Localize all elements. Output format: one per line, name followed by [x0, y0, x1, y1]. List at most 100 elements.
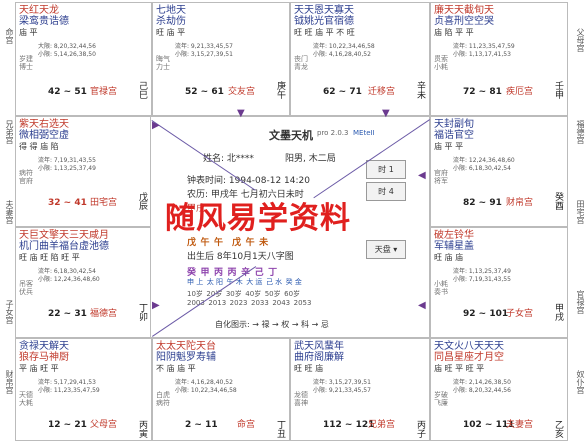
chart-type-select[interactable]: 天盘 ▾	[366, 240, 406, 259]
palace-range: 32 ~ 41	[48, 198, 87, 208]
outer-label-left-2: 兄弟宫	[5, 120, 14, 144]
palace-name: 福德宫	[89, 309, 117, 319]
palace-branch: 丙寅	[137, 420, 147, 438]
palace-stars: 廉天天截旬天 贞喜刑空空哭庙 陷 平 平	[434, 5, 494, 37]
palace-range: 12 ~ 21	[48, 420, 87, 430]
palace-minor: 病符 官府	[19, 169, 33, 185]
app-version: pro 2.0.3	[317, 129, 349, 137]
palace-nums: 流年: 5,17,29,41,53 小限: 11,23,35,47,59	[38, 379, 100, 394]
palace-nums: 大限: 8,20,32,44,56 小限: 5,14,26,38,50	[38, 43, 96, 58]
palace-nums: 流年: 10,22,34,46,58 小限: 4,16,28,40,52	[313, 43, 375, 58]
outer-label-left-3: 夫妻宫	[5, 200, 14, 224]
self-transform-legend: 自化图示: → 禄 → 权 → 科 → 忌	[215, 320, 329, 329]
gender-line: 阳男, 木二局	[285, 154, 336, 164]
app-title: 文墨天机	[269, 129, 313, 142]
palace-range: 92 ~ 101	[463, 309, 509, 319]
arrow-icon: ▼	[382, 108, 390, 119]
palace-branch: 癸酉	[553, 192, 563, 210]
palace-name: 子女宫	[505, 309, 533, 319]
palace-stars: 太太天陀天台 阳阴魁罗寿辅不 庙 庙 平	[156, 341, 216, 373]
palace-nums: 流年: 1,13,25,37,49 小限: 7,19,31,43,55	[453, 268, 511, 283]
palace-branch: 丙子	[415, 420, 425, 438]
palace-chen[interactable]: 紫天右选天 微相弼空虚得 得 庙 陷 流年: 7,19,31,43,55 小限: 1…	[15, 116, 152, 227]
outer-label-left-1: 命宫	[5, 28, 14, 44]
arrow-icon: ◀	[418, 300, 426, 311]
palace-minor: 天德 大耗	[19, 391, 33, 407]
name-line: 姓名: 北****	[203, 154, 254, 164]
palace-stars: 武天风蜚年 曲府阁廉解旺 旺 庙	[294, 341, 344, 373]
palace-branch: 丁卯	[137, 303, 147, 321]
palace-xu[interactable]: 破左铃华 军辅星盖旺 庙 庙 流年: 1,13,25,37,49 小限: 7,19,…	[430, 227, 568, 338]
palace-minor: 小耗 奏书	[434, 280, 448, 296]
palace-name: 田宅宫	[89, 198, 117, 208]
palace-nums: 流年: 4,16,28,40,52 小限: 10,22,34,46,58	[175, 379, 237, 394]
palace-minor: 丧门 青龙	[294, 55, 308, 71]
palace-minor: 晦气 力士	[156, 55, 170, 71]
palace-stars: 天天恩天寡天 钺姚光官宿德旺 旺 庙 平 不 旺	[294, 5, 355, 37]
palace-stars: 七地天 杀劫伤旺 庙 平	[156, 5, 186, 37]
palace-nums: 流年: 6,18,30,42,54 小限: 12,24,36,48,60	[38, 268, 100, 283]
palace-name: 父母宫	[89, 420, 117, 430]
palace-nums: 流年: 12,24,36,48,60 小限: 6,18,30,42,54	[453, 157, 515, 172]
palace-minor: 岁建 博士	[19, 55, 33, 71]
palace-stars: 破左铃华 军辅星盖旺 庙 庙	[434, 230, 474, 262]
palace-stars: 天巨文擎天三天咸月 机门曲羊福台虚池德旺 庙 旺 陷 旺 平	[19, 230, 109, 262]
palace-branch: 庚午	[275, 81, 285, 99]
palace-range: 22 ~ 31	[48, 309, 87, 319]
palace-minor: 官府 将军	[434, 169, 448, 185]
arrow-icon: ▼	[237, 108, 245, 119]
outer-label-left-4: 子女宫	[5, 300, 14, 324]
palace-nums: 流年: 11,23,35,47,59 小限: 1,13,17,41,53	[453, 43, 515, 58]
palace-name: 夫妻宫	[505, 420, 533, 430]
outer-label-left-5: 财帛宫	[5, 370, 14, 394]
palace-zi[interactable]: 武天风蜚年 曲府阁廉解旺 旺 庙 流年: 3,15,27,39,51 小限: 9,2…	[290, 338, 430, 441]
palace-name: 官禄宫	[89, 87, 117, 97]
palace-shen[interactable]: 廉天天截旬天 贞喜刑空空哭庙 陷 平 平 流年: 11,23,35,47,59 小限…	[430, 2, 568, 116]
palace-branch: 壬申	[553, 81, 563, 99]
solar-time-line: 钟表时间: 1994-08-12 14:20	[187, 176, 310, 186]
palace-branch: 戊辰	[137, 192, 147, 210]
day-line: 出生后 8年10月1天八字图	[187, 252, 294, 262]
palace-hai[interactable]: 天文火八天天天 同昌星座才月空庙 旺 平 旺 平 流年: 2,14,26,38,5…	[430, 338, 568, 441]
palace-stars: 天文火八天天天 同昌星座才月空庙 旺 平 旺 平	[434, 341, 504, 373]
palace-stars: 天封副旬 福诰官空庙 平 平	[434, 119, 474, 151]
arrow-icon: ▶	[152, 120, 160, 131]
palace-branch: 辛未	[415, 81, 425, 99]
palace-mao[interactable]: 天巨文擎天三天咸月 机门曲羊福台虚池德旺 庙 旺 陷 旺 平 流年: 6,18,3…	[15, 227, 152, 338]
palace-minor: 龙德 喜神	[294, 391, 308, 407]
palace-minor: 岁破 飞廉	[434, 391, 448, 407]
palace-name: 财帛宫	[505, 198, 533, 208]
palace-branch: 丁丑	[275, 420, 285, 438]
palace-branch: 甲戌	[553, 303, 563, 321]
palace-range: 72 ~ 81	[463, 87, 502, 97]
palace-branch: 乙亥	[553, 420, 563, 438]
palace-wei[interactable]: 天天恩天寡天 钺姚光官宿德旺 旺 庙 平 不 旺 流年: 10,22,34,46,…	[290, 2, 430, 116]
palace-si[interactable]: 天红天龙 梁鸾贵诰德庙 平 大限: 8,20,32,44,56 小限: 5,14,2…	[15, 2, 152, 116]
palace-nums: 流年: 7,19,31,43,55 小限: 1,13,25,37,49	[38, 157, 96, 172]
palace-you[interactable]: 天封副旬 福诰官空庙 平 平 流年: 12,24,36,48,60 小限: 6,18…	[430, 116, 568, 227]
palace-yin[interactable]: 贪禄天解天 狼存马神厨平 庙 旺 平 流年: 5,17,29,41,53 小限: 1…	[15, 338, 152, 441]
app-edition: MEteII	[353, 129, 375, 137]
palace-range: 112 ~ 121	[323, 420, 375, 430]
time-4-button[interactable]: 时 4	[366, 182, 406, 201]
palace-chou[interactable]: 太太天陀天台 阳阴魁罗寿辅不 庙 庙 平 流年: 4,16,28,40,52 小限:…	[152, 338, 290, 441]
palace-range: 52 ~ 61	[185, 87, 224, 97]
palace-range: 42 ~ 51	[48, 87, 87, 97]
palace-wu[interactable]: 七地天 杀劫伤旺 庙 平 流年: 9,21,33,45,57 小限: 3,15,27…	[152, 2, 290, 116]
outer-label-right-4: 官禄宫	[576, 290, 585, 314]
palace-nums: 流年: 9,21,33,45,57 小限: 3,15,27,39,51	[175, 43, 233, 58]
palace-name: 疾厄宫	[505, 87, 533, 97]
time-1-button[interactable]: 时 1	[366, 160, 406, 179]
palace-name: 交友宫	[227, 87, 255, 97]
arrow-icon: ◀	[418, 170, 426, 181]
palace-range: 82 ~ 91	[463, 198, 502, 208]
palace-stars: 天红天龙 梁鸾贵诰德庙 平	[19, 5, 69, 37]
palace-nums: 流年: 3,15,27,39,51 小限: 9,21,33,45,57	[313, 379, 371, 394]
ganzhi-stars: 申 上 太 阳 午 木 大 运 己 水 癸 金	[187, 278, 302, 286]
outer-label-right-5: 奴仆宫	[576, 370, 585, 394]
palace-nums: 流年: 2,14,26,38,50 小限: 8,20,32,44,56	[453, 379, 511, 394]
palace-name: 命宫	[236, 420, 255, 430]
palace-range: 2 ~ 11	[185, 420, 218, 430]
outer-label-right-2: 福德宫	[576, 120, 585, 144]
palace-range: 62 ~ 71	[323, 87, 362, 97]
